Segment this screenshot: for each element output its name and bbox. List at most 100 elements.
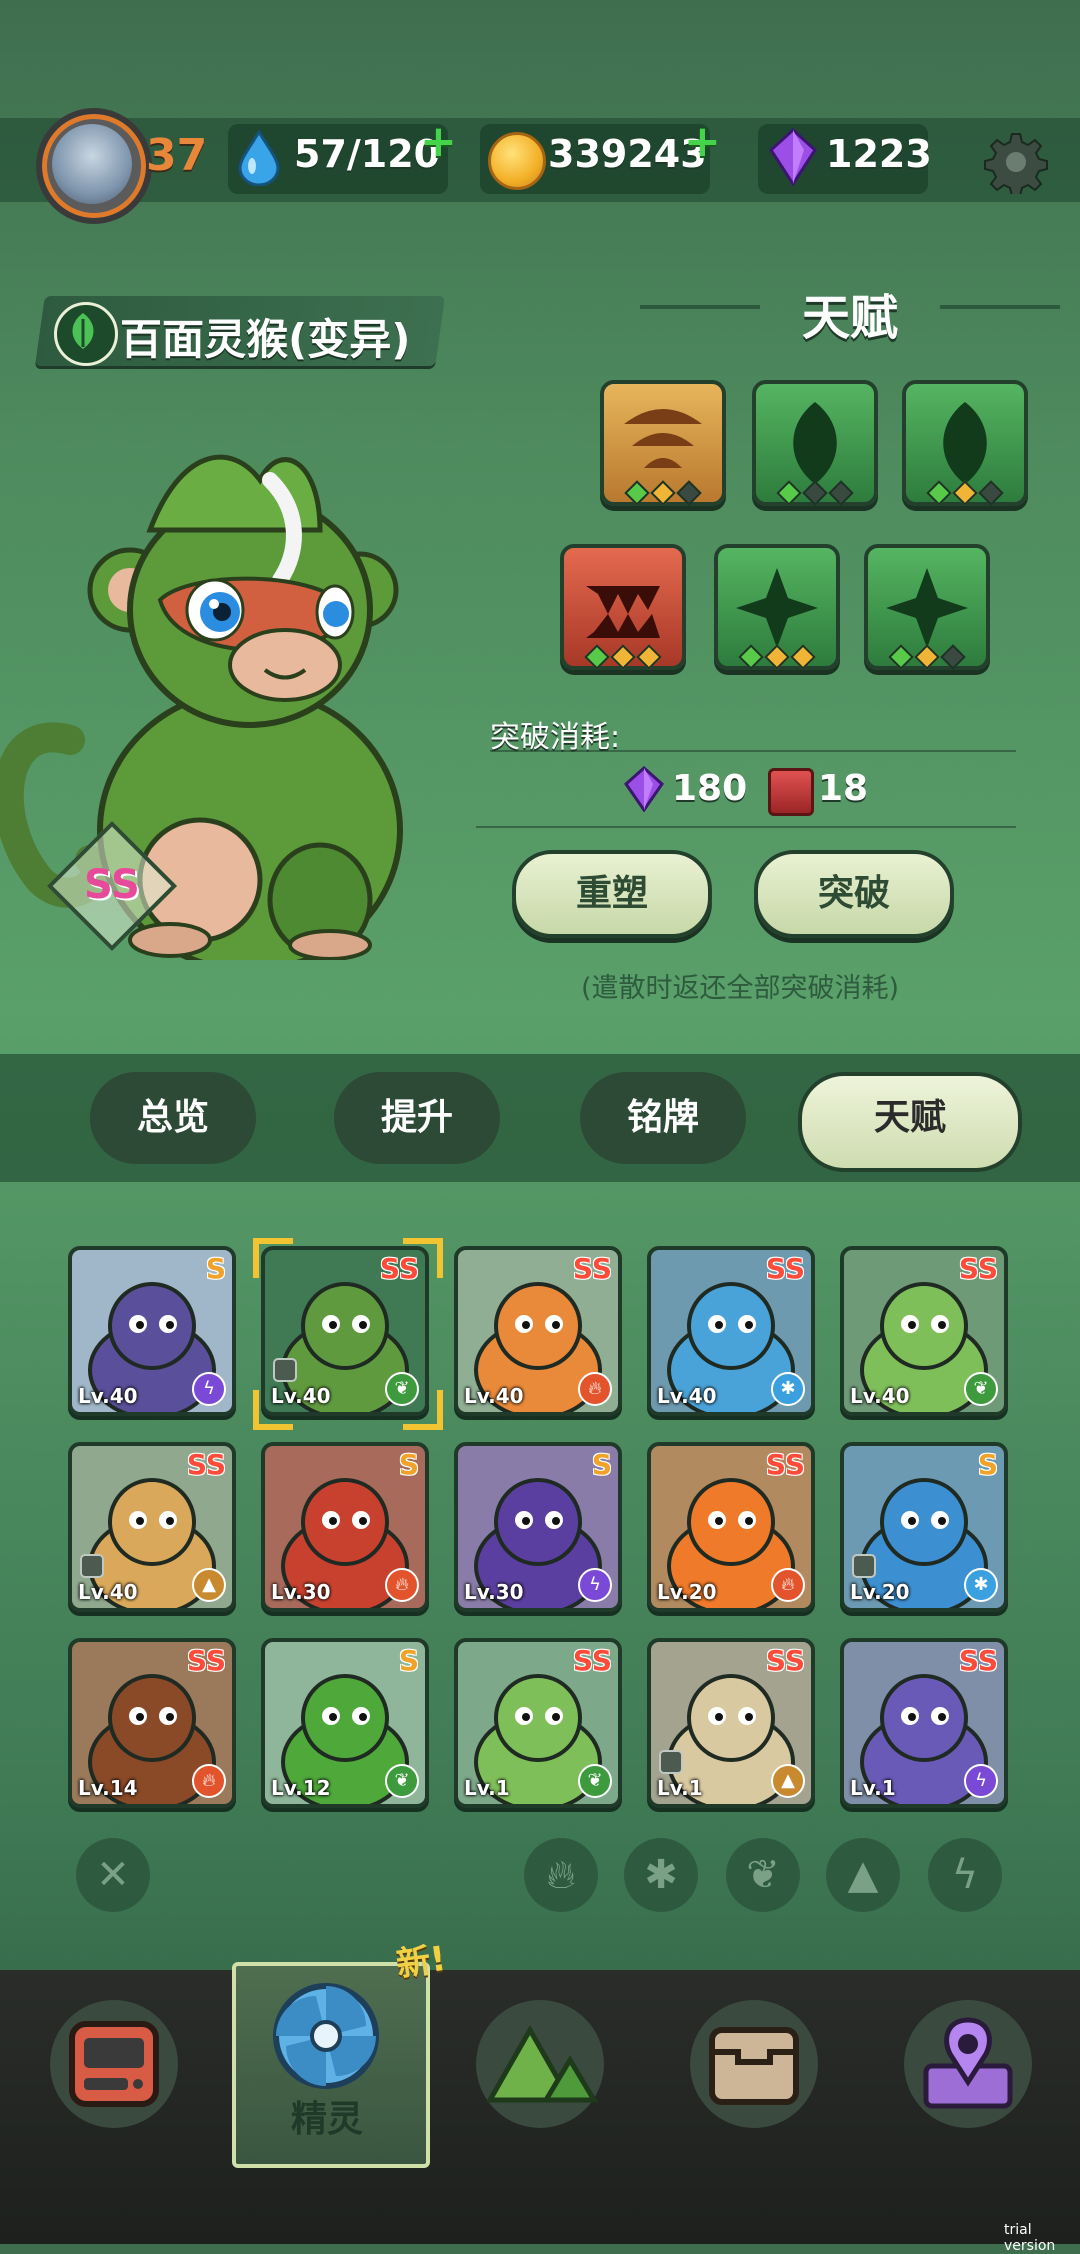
nav-pets-label: 精灵 — [290, 2099, 363, 2140]
map-pin-icon — [923, 2017, 1013, 2109]
talent-gem — [802, 480, 828, 506]
player-level: 37 — [146, 130, 208, 181]
pet-card[interactable]: S Lv.40 ϟ — [68, 1246, 236, 1416]
pet-card[interactable]: S Lv.20 ✱ — [840, 1442, 1008, 1612]
talent-gem — [888, 644, 914, 670]
pet-level-label: Lv.40 — [78, 1384, 138, 1408]
pet-level-label: Lv.30 — [271, 1580, 331, 1604]
talent-gem — [952, 480, 978, 506]
pet-level-label: Lv.1 — [850, 1776, 896, 1800]
filter-earth[interactable]: ▲ — [826, 1838, 900, 1912]
add-stamina-button[interactable]: + — [420, 116, 457, 167]
pet-level-label: Lv.1 — [657, 1776, 703, 1800]
gem-value: 1223 — [826, 132, 932, 176]
add-coins-button[interactable]: + — [684, 116, 721, 167]
pet-card[interactable]: SS Lv.1 ❦ — [454, 1638, 622, 1808]
selection-corner — [253, 1238, 293, 1278]
console-icon — [69, 2021, 159, 2107]
tab-overview[interactable]: 总览 — [90, 1072, 256, 1164]
filter-fire[interactable]: 🔥︎ — [524, 1838, 598, 1912]
pet-level-label: Lv.14 — [78, 1776, 138, 1800]
pet-card[interactable]: SS Lv.1 ▲ — [647, 1638, 815, 1808]
talent-title: 天赋 — [801, 290, 898, 346]
pet-card[interactable]: S Lv.30 ϟ — [454, 1442, 622, 1612]
lightning-element-icon: ϟ — [964, 1764, 998, 1798]
dismiss-refund-note: (遣散时返还全部突破消耗) — [580, 973, 900, 1004]
nav-location[interactable] — [904, 2000, 1032, 2128]
talent-gem — [676, 480, 702, 506]
fire-icon: 🔥︎ — [546, 1852, 576, 1898]
pet-rank-label: SS — [765, 1644, 805, 1677]
lightning-element-icon: ϟ — [192, 1372, 226, 1406]
pet-level-label: Lv.40 — [78, 1580, 138, 1604]
earth-element-icon: ▲ — [771, 1764, 805, 1798]
selection-corner — [403, 1390, 443, 1430]
mountain-icon — [485, 2024, 599, 2103]
pet-card[interactable]: SS Lv.14 🔥︎ — [68, 1638, 236, 1808]
earth-element-icon: ▲ — [192, 1568, 226, 1602]
lock-icon — [852, 1554, 876, 1578]
pet-level-label: Lv.30 — [464, 1580, 524, 1604]
pet-rank-label: S — [977, 1448, 998, 1481]
talent-gem — [764, 644, 790, 670]
filter-ice[interactable]: ✱ — [624, 1838, 698, 1912]
tab-upgrade[interactable]: 提升 — [334, 1072, 500, 1164]
settings-gear-icon[interactable] — [984, 130, 1048, 194]
fire-element-icon: 🔥︎ — [578, 1372, 612, 1406]
talent-gem-row — [756, 480, 874, 510]
pet-rank-label: SS — [958, 1644, 998, 1677]
pet-rank-label: SS — [186, 1448, 226, 1481]
fire-element-icon: 🔥︎ — [385, 1568, 419, 1602]
lightning-icon: ϟ — [951, 1852, 979, 1898]
tab-nameplate[interactable]: 铭牌 — [580, 1072, 746, 1164]
talent-gem — [738, 644, 764, 670]
pet-rank-label: SS — [572, 1252, 612, 1285]
purple-gem-icon — [769, 128, 817, 186]
coin-icon — [488, 132, 546, 190]
red-book-icon — [768, 768, 814, 816]
talent-gem — [776, 480, 802, 506]
talent-gem — [636, 644, 662, 670]
pet-card[interactable]: SS Lv.40 ✱ — [647, 1246, 815, 1416]
pet-rank-label: SS — [765, 1252, 805, 1285]
talent-gem — [828, 480, 854, 506]
talent-gem-row — [868, 644, 986, 674]
swirl-orb-icon — [273, 1983, 379, 2089]
selection-corner — [403, 1238, 443, 1278]
coin-value: 339243 — [548, 132, 707, 176]
stamina-value: 57/120 — [294, 132, 441, 176]
purple-gem-icon — [624, 766, 664, 812]
pet-card[interactable]: S Lv.12 ❦ — [261, 1638, 429, 1808]
pet-rank-label: S — [398, 1644, 419, 1677]
cost-gem-value: 180 — [672, 768, 748, 809]
filter-lightning[interactable]: ϟ — [928, 1838, 1002, 1912]
pet-card[interactable]: SS Lv.40 ❦ — [840, 1246, 1008, 1416]
pet-rank-label: SS — [186, 1644, 226, 1677]
lock-icon — [80, 1554, 104, 1578]
talent-gem-row — [718, 644, 836, 674]
reshape-button[interactable]: 重塑 — [512, 850, 712, 938]
pet-card[interactable]: SS Lv.40 ▲ — [68, 1442, 236, 1612]
leaf-element-icon: ❦ — [964, 1372, 998, 1406]
tab-talent[interactable]: 天赋 — [798, 1072, 1022, 1172]
pet-rank: SS — [84, 862, 140, 908]
breakthrough-button[interactable]: 突破 — [754, 850, 954, 938]
ice-element-icon: ✱ — [964, 1568, 998, 1602]
filter-leaf[interactable]: ❦ — [726, 1838, 800, 1912]
pet-card[interactable]: SS Lv.20 🔥︎ — [647, 1442, 815, 1612]
pet-rank-label: S — [205, 1252, 226, 1285]
nav-map-region[interactable] — [476, 2000, 604, 2128]
pet-card[interactable]: SS Lv.40 🔥︎ — [454, 1246, 622, 1416]
clear-filter-button[interactable]: ✕ — [76, 1838, 150, 1912]
nav-inventory[interactable] — [690, 2000, 818, 2128]
divider-top — [490, 750, 1016, 752]
pet-card[interactable]: S Lv.30 🔥︎ — [261, 1442, 429, 1612]
talent-gem — [610, 644, 636, 670]
pet-level-label: Lv.40 — [657, 1384, 717, 1408]
trial-watermark: trial version — [1004, 2222, 1056, 2254]
talent-gem — [790, 644, 816, 670]
nav-device[interactable] — [50, 2000, 178, 2128]
pet-card[interactable]: SS Lv.1 ϟ — [840, 1638, 1008, 1808]
talent-gem-row — [906, 480, 1024, 510]
leaf-element-icon — [54, 302, 118, 366]
